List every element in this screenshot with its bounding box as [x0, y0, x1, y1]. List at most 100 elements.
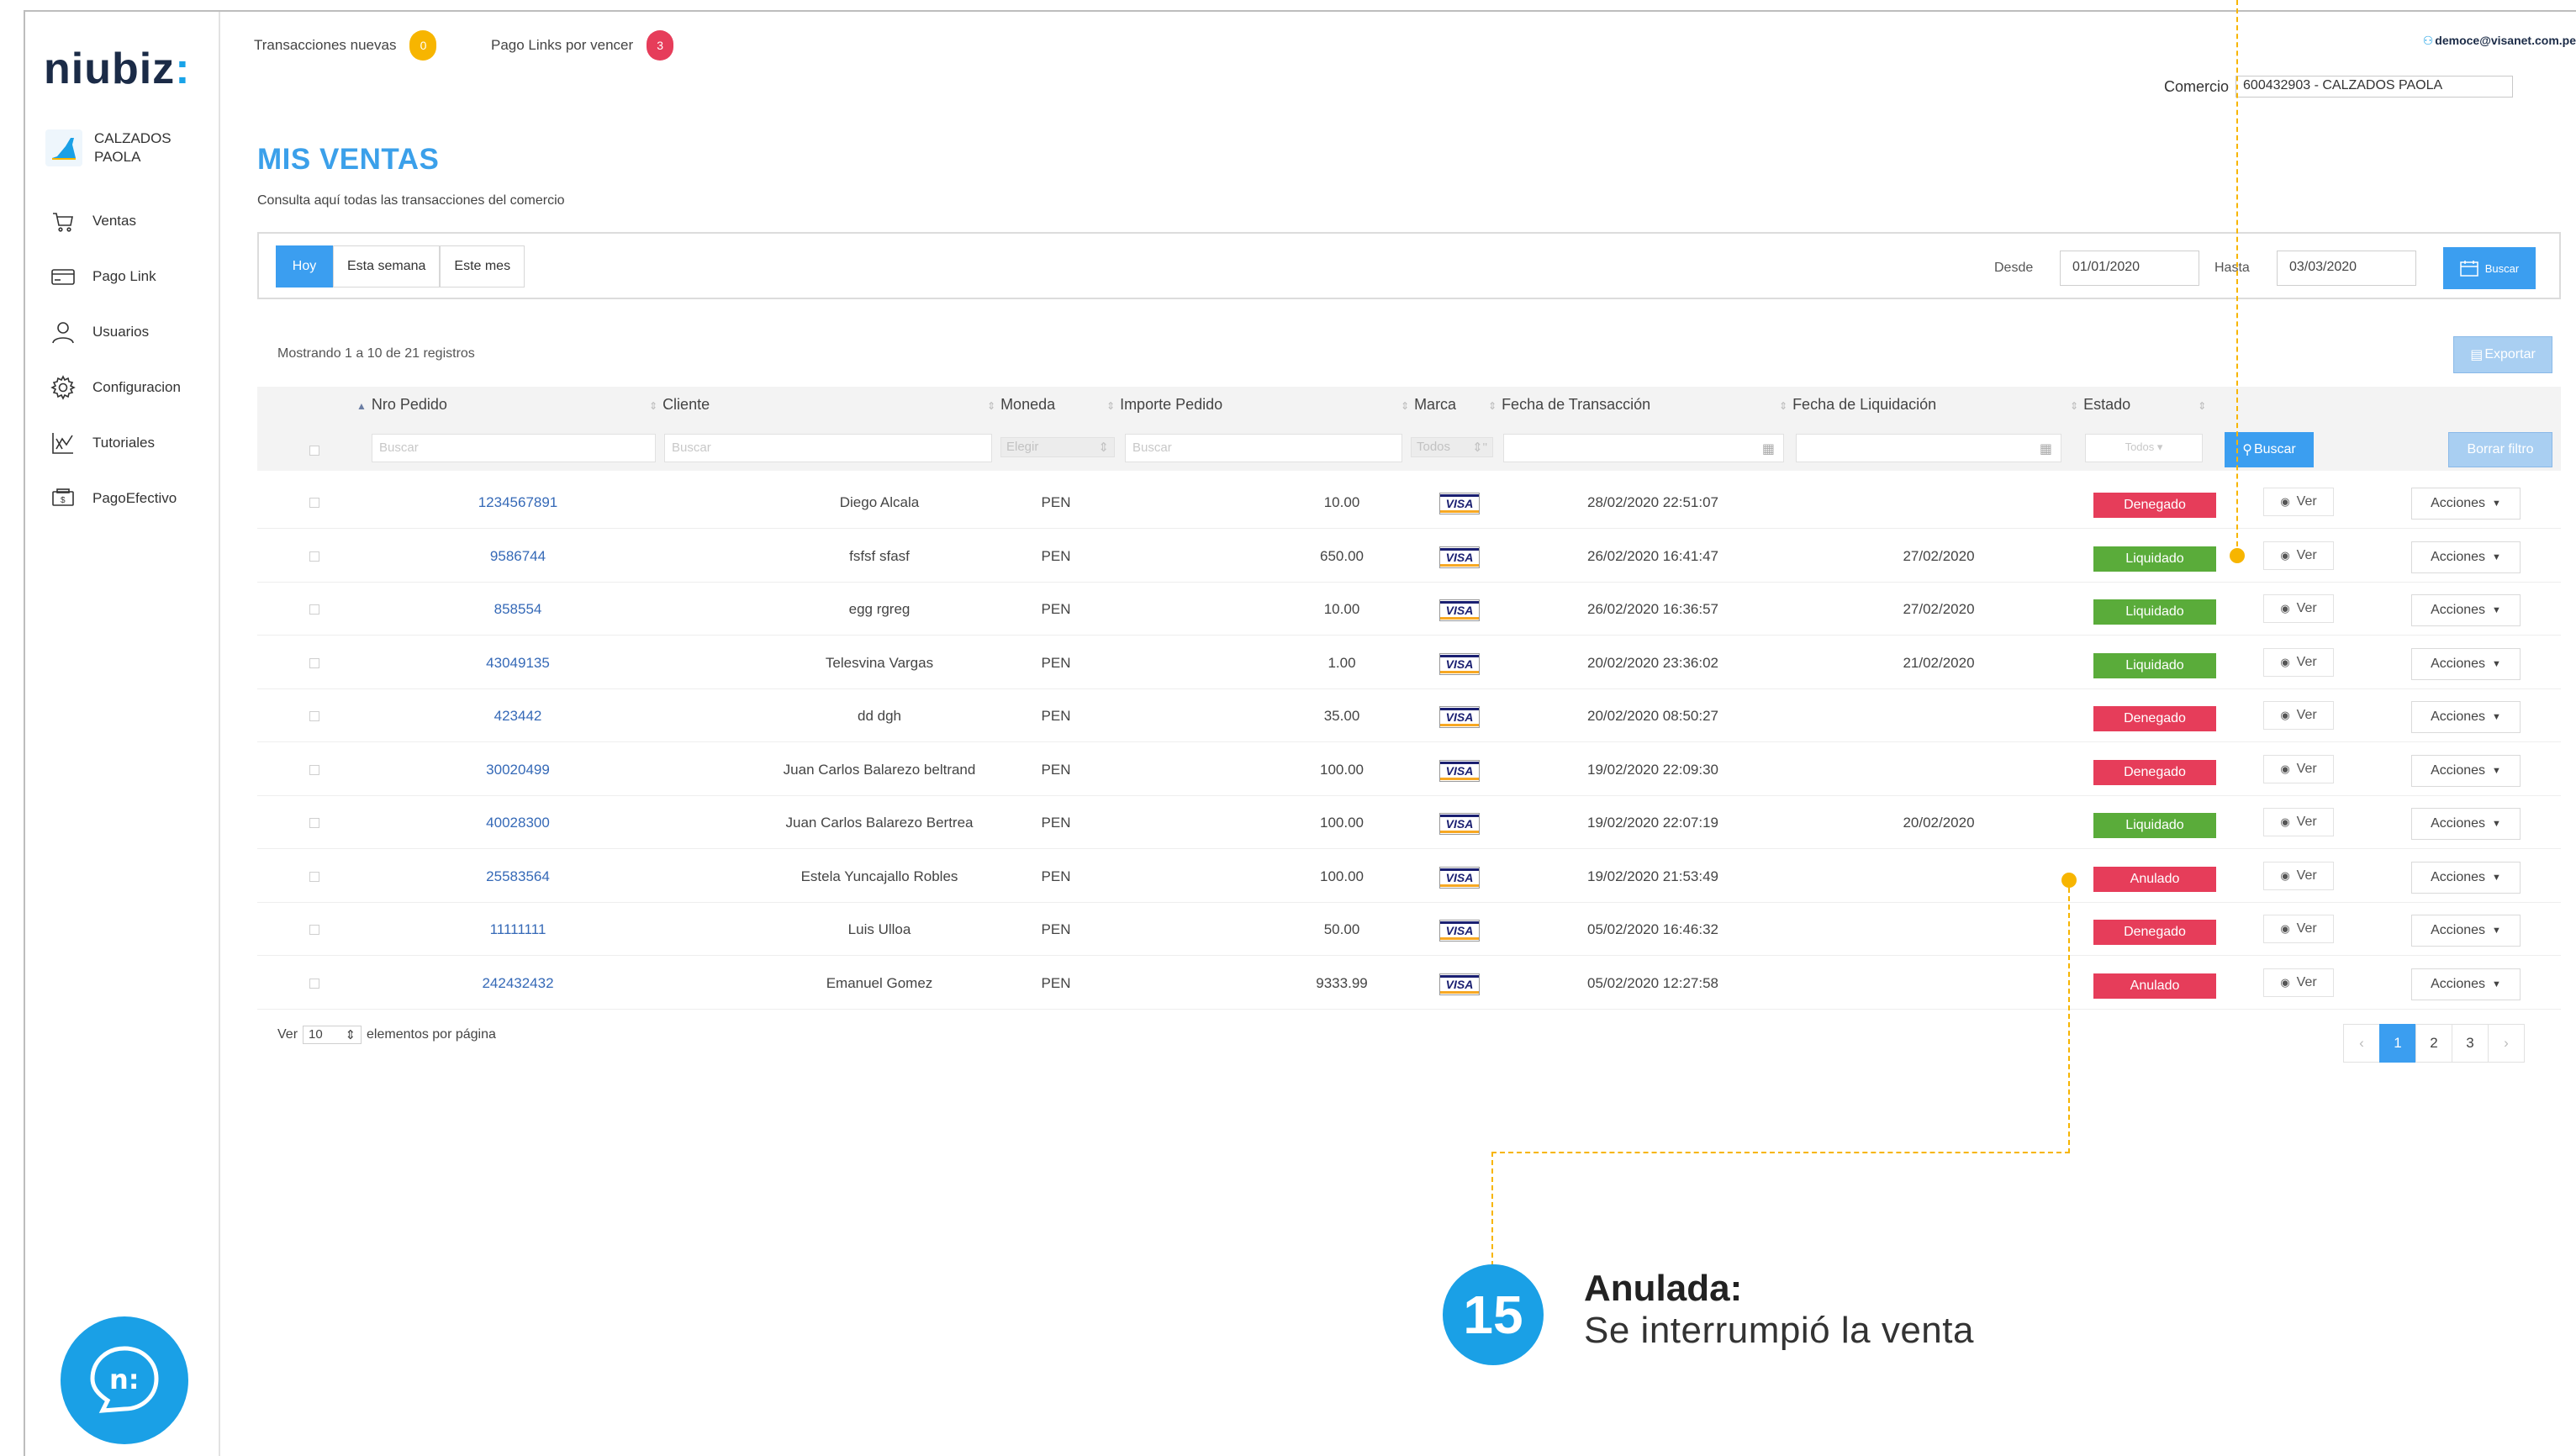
view-button[interactable]: ◉ Ver — [2263, 594, 2334, 623]
actions-dropdown[interactable]: Acciones ▼ — [2411, 808, 2521, 840]
user-icon — [52, 322, 74, 344]
sidebar-item-usuarios[interactable]: Usuarios — [50, 304, 181, 360]
filter-fecha-tx-input[interactable]: ▦ — [1503, 434, 1784, 462]
search-dates-button[interactable]: Buscar — [2443, 247, 2536, 289]
row-checkbox[interactable] — [309, 604, 319, 615]
col-fecha-transaccion[interactable]: ⇕ Fecha de Transacción — [1488, 387, 1650, 422]
page-1-button[interactable]: 1 — [2379, 1024, 2416, 1063]
currency: PEN — [1041, 868, 1071, 884]
hasta-input[interactable]: 03/03/2020 — [2277, 251, 2416, 286]
page-2-button[interactable]: 2 — [2415, 1024, 2452, 1063]
prev-page-button[interactable]: ‹ — [2343, 1024, 2380, 1063]
notif-transacciones-nuevas[interactable]: Transacciones nuevas 0 — [254, 30, 437, 61]
col-cliente[interactable]: ⇕ Cliente — [649, 387, 710, 422]
table-row: 30020499 Juan Carlos Balarezo beltrand PEN… — [257, 743, 2561, 796]
order-number-link[interactable]: 242432432 — [425, 957, 610, 1010]
actions-dropdown[interactable]: Acciones ▼ — [2411, 594, 2521, 626]
col-fecha-liquidacion[interactable]: ⇕ Fecha de Liquidación — [1779, 387, 1936, 422]
next-page-button[interactable]: › — [2488, 1024, 2525, 1063]
caret-down-icon: ▼ — [2492, 926, 2501, 936]
view-button[interactable]: ◉ Ver — [2263, 861, 2334, 890]
view-button[interactable]: ◉ Ver — [2263, 754, 2334, 783]
order-number-link[interactable]: 1234567891 — [425, 476, 610, 529]
merchant-profile[interactable]: CALZADOS PAOLA — [45, 129, 187, 166]
chat-bubble-button[interactable]: n: — [61, 1316, 188, 1444]
row-checkbox[interactable] — [309, 551, 319, 562]
desde-input[interactable]: 01/01/2020 — [2060, 251, 2199, 286]
actions-dropdown[interactable]: Acciones ▼ — [2411, 968, 2521, 1000]
transaction-date: 19/02/2020 21:53:49 — [1587, 868, 1718, 884]
actions-dropdown[interactable]: Acciones ▼ — [2411, 861, 2521, 894]
order-number-link[interactable]: 40028300 — [425, 796, 610, 849]
annotation-line-horizontal — [1491, 1152, 2070, 1153]
sidebar-item-configuracion[interactable]: Configuracion — [50, 360, 181, 415]
tab-este-mes[interactable]: Este mes — [440, 245, 525, 288]
export-button[interactable]: ▤ Exportar — [2453, 336, 2552, 373]
filter-fecha-liq-input[interactable]: ▦ — [1796, 434, 2061, 462]
col-estado[interactable]: ⇕ Estado ⇕ — [2070, 387, 2211, 422]
actions-dropdown[interactable]: Acciones ▼ — [2411, 915, 2521, 947]
actions-dropdown[interactable]: Acciones ▼ — [2411, 701, 2521, 733]
actions-dropdown[interactable]: Acciones ▼ — [2411, 488, 2521, 520]
clear-filter-button[interactable]: Borrar filtro — [2448, 432, 2552, 467]
row-checkbox[interactable] — [309, 925, 319, 935]
filter-nro-pedido-input[interactable]: Buscar — [372, 434, 656, 462]
order-number-link[interactable]: 30020499 — [425, 743, 610, 796]
row-checkbox[interactable] — [309, 498, 319, 508]
row-checkbox[interactable] — [309, 978, 319, 989]
sidebar-item-pagoefectivo[interactable]: $ PagoEfectivo — [50, 471, 181, 526]
notif-count-badge: 3 — [647, 30, 674, 61]
view-button[interactable]: ◉ Ver — [2263, 647, 2334, 677]
eye-icon: ◉ — [2280, 868, 2290, 882]
tab-esta-semana[interactable]: Esta semana — [333, 245, 441, 288]
filter-marca-select[interactable]: Todos ⇕" — [1411, 437, 1493, 457]
comercio-select[interactable]: 600432903 - CALZADOS PAOLA — [2236, 76, 2514, 98]
col-nro-pedido[interactable]: ▲ Nro Pedido — [356, 387, 447, 422]
filter-estado-select[interactable]: Todos ▾ — [2085, 434, 2203, 462]
notif-pago-links[interactable]: Pago Links por vencer 3 — [491, 30, 674, 61]
row-checkbox[interactable] — [309, 711, 319, 721]
actions-dropdown[interactable]: Acciones ▼ — [2411, 754, 2521, 787]
tab-hoy[interactable]: Hoy — [276, 245, 333, 288]
view-button[interactable]: ◉ Ver — [2263, 701, 2334, 730]
order-number-link[interactable]: 858554 — [425, 583, 610, 636]
sidebar-item-tutoriales[interactable]: Tutoriales — [50, 415, 181, 471]
filter-importe-input[interactable]: Buscar — [1125, 434, 1402, 462]
view-button[interactable]: ◉ Ver — [2263, 808, 2334, 836]
col-marca[interactable]: ⇕ Marca — [1401, 387, 1456, 422]
row-checkbox[interactable] — [309, 657, 319, 668]
user-menu[interactable]: ⚇ democe@visanet.com.pe — [2423, 34, 2576, 48]
order-number-link[interactable]: 9586744 — [425, 530, 610, 583]
col-moneda[interactable]: ⇕ Moneda — [987, 387, 1055, 422]
actions-dropdown[interactable]: Acciones ▼ — [2411, 647, 2521, 680]
caret-down-icon: ▼ — [2492, 979, 2501, 989]
order-number-link[interactable]: 423442 — [425, 689, 610, 742]
col-importe-pedido[interactable]: ⇕ Importe Pedido — [1106, 387, 1222, 422]
order-number-link[interactable]: 11111111 — [425, 903, 610, 956]
amount-value: 10.00 — [1323, 601, 1360, 617]
view-button[interactable]: ◉ Ver — [2263, 541, 2334, 570]
search-button-label: Buscar — [2253, 442, 2296, 456]
view-button[interactable]: ◉ Ver — [2263, 915, 2334, 943]
table-row: 1234567891 Diego Alcala PEN 10.00 VISA 28/02/… — [257, 476, 2561, 529]
row-checkbox[interactable] — [309, 818, 319, 828]
row-checkbox[interactable] — [309, 764, 319, 775]
sidebar-item-ventas[interactable]: Ventas — [50, 193, 181, 249]
page-subtitle: Consulta aquí todas las transacciones de… — [257, 193, 565, 208]
page-size-select[interactable]: 10 ⇕ — [303, 1026, 362, 1044]
visa-logo-icon: VISA — [1439, 813, 1480, 835]
actions-dropdown[interactable]: Acciones ▼ — [2411, 541, 2521, 573]
notif-label: Pago Links por vencer — [491, 37, 634, 53]
records-count: Mostrando 1 a 10 de 21 registros — [277, 346, 475, 361]
order-number-link[interactable]: 25583564 — [425, 850, 610, 903]
filter-cliente-input[interactable]: Buscar — [664, 434, 992, 462]
view-button[interactable]: ◉ Ver — [2263, 488, 2334, 516]
page-3-button[interactable]: 3 — [2452, 1024, 2489, 1063]
view-button[interactable]: ◉ Ver — [2263, 968, 2334, 997]
sidebar-item-pago-link[interactable]: Pago Link — [50, 249, 181, 304]
filter-moneda-select[interactable]: Elegir ⇕ — [1000, 437, 1115, 457]
actions-label: Acciones — [2431, 923, 2486, 937]
select-all-checkbox[interactable] — [309, 446, 319, 456]
order-number-link[interactable]: 43049135 — [425, 636, 610, 689]
row-checkbox[interactable] — [309, 871, 319, 882]
